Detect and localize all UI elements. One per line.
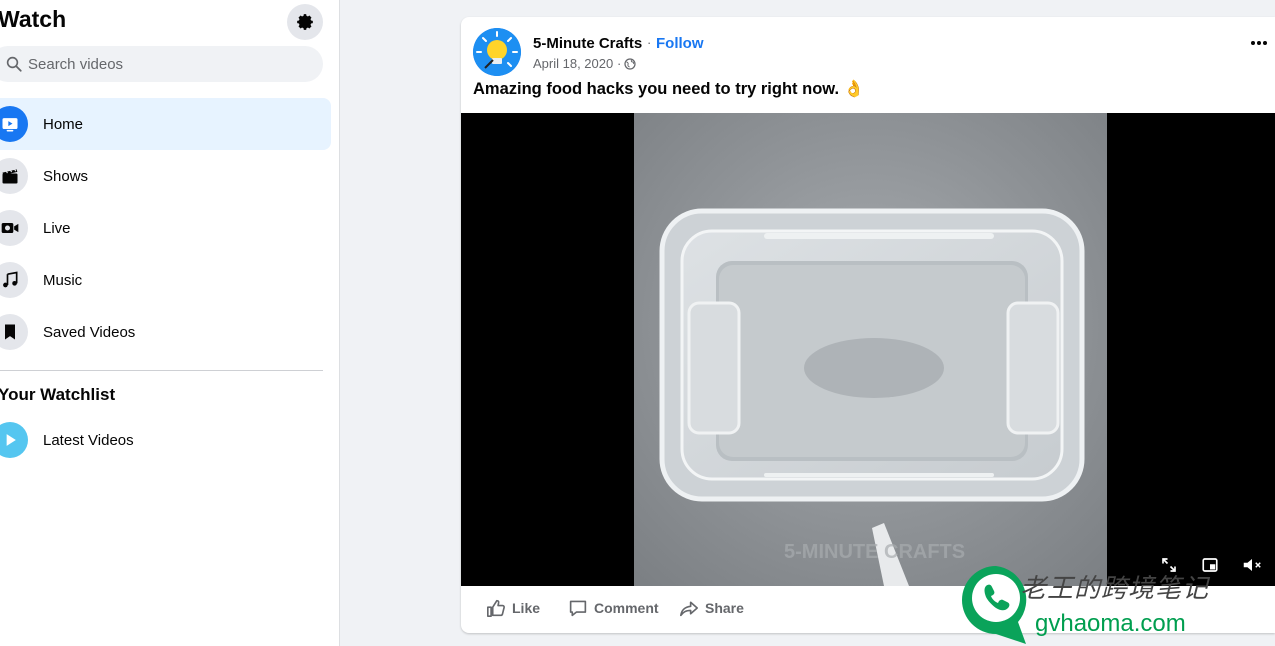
video-post-card: 5-Minute Crafts · Follow April 18, 2020 …: [461, 17, 1275, 633]
sidebar-item-label: Saved Videos: [43, 323, 136, 341]
tv-icon: [0, 106, 28, 142]
search-input[interactable]: [28, 55, 288, 73]
post-text: Amazing food hacks you need to try right…: [473, 80, 865, 98]
sidebar-item-label: Home: [43, 115, 84, 133]
sidebar-item-live[interactable]: Live: [0, 202, 331, 254]
sidebar-item-shows[interactable]: Shows: [0, 150, 331, 202]
clapperboard-icon: [0, 158, 28, 194]
video-thumbnail: 5-MINUTE CRAFTS: [659, 208, 1085, 586]
comment-bubble-icon: [569, 600, 587, 617]
search-icon: [4, 54, 24, 74]
watch-sidebar: Watch Home Shows Live Music: [0, 0, 340, 646]
watermark-line1: 老王的跨境笔记: [1020, 573, 1210, 603]
like-label: Like: [512, 600, 541, 616]
video-watermark: 5-MINUTE CRAFTS: [784, 541, 965, 563]
date-separator: ·: [617, 56, 622, 71]
video-frame: 5-MINUTE CRAFTS: [634, 113, 1107, 586]
gear-icon: [297, 14, 313, 30]
share-button[interactable]: Share: [679, 599, 744, 617]
sidebar-item-music[interactable]: Music: [0, 254, 331, 306]
watchlist-title: Your Watchlist: [0, 385, 116, 404]
like-button[interactable]: Like: [486, 599, 540, 617]
sidebar-item-label: Music: [43, 271, 83, 289]
thumbs-up-icon: [487, 599, 505, 617]
music-note-icon: [0, 262, 28, 298]
watermark-line2: gvhaoma.com: [1035, 610, 1186, 637]
play-icon: [0, 422, 28, 458]
sidebar-divider: [0, 370, 323, 371]
lightbulb-icon: [473, 28, 521, 76]
comment-label: Comment: [594, 600, 659, 616]
settings-gear-button[interactable]: [287, 4, 323, 40]
post-date[interactable]: April 18, 2020: [533, 56, 613, 71]
sidebar-item-label: Live: [43, 219, 71, 237]
comment-button[interactable]: Comment: [568, 599, 659, 617]
sidebar-item-latest-videos[interactable]: Latest Videos: [0, 414, 331, 466]
live-camera-icon: [0, 210, 28, 246]
sidebar-item-label: Latest Videos: [43, 431, 134, 449]
sidebar-item-saved-videos[interactable]: Saved Videos: [0, 306, 331, 358]
share-label: Share: [705, 600, 744, 616]
page-avatar[interactable]: [473, 28, 521, 76]
more-options-button[interactable]: [1245, 33, 1273, 53]
sidebar-item-home[interactable]: Home: [0, 98, 331, 150]
search-bar: [0, 46, 323, 82]
page-name-link[interactable]: 5-Minute Crafts: [533, 35, 642, 52]
name-separator: ·: [647, 35, 652, 50]
globe-icon: [624, 57, 636, 75]
follow-button[interactable]: Follow: [656, 35, 704, 52]
sidebar-item-label: Shows: [43, 167, 89, 185]
sidebar-title: Watch: [0, 6, 67, 32]
video-player[interactable]: 5-MINUTE CRAFTS: [461, 113, 1275, 586]
share-arrow-icon: [679, 601, 698, 617]
more-dots-icon: [1251, 41, 1267, 45]
bookmark-icon: [0, 314, 28, 350]
